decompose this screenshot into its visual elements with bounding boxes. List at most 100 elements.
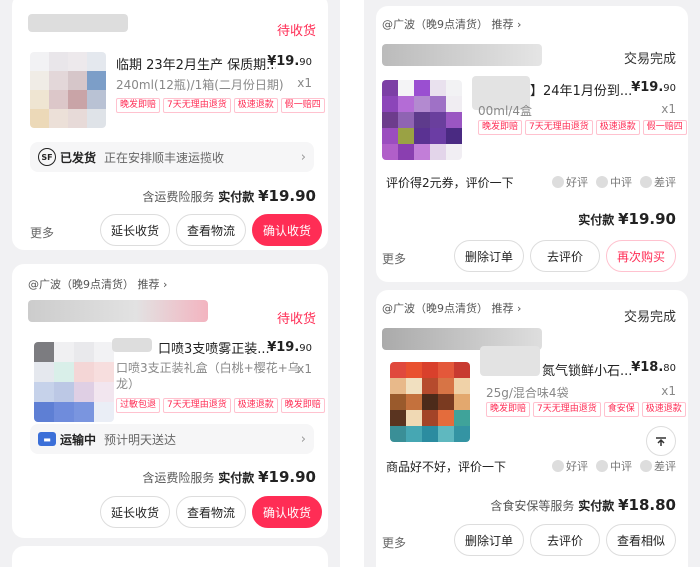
service-tag: 极速退款 bbox=[641, 402, 686, 417]
product-price: ¥19.90 bbox=[267, 340, 312, 355]
product-spec: 25g/混合味4袋 bbox=[486, 386, 569, 400]
review-prompt-bar[interactable]: 商品好不好，评价一下 好评 中评 差评 bbox=[386, 452, 676, 480]
order-card[interactable]: 待收货 临期 23年2月生产 保质期... ¥19.90 240ml(12瓶)/… bbox=[12, 0, 328, 250]
paid-amount: ¥19.90 bbox=[258, 468, 316, 486]
logistics-banner[interactable]: SF 已发货 正在安排顺丰速运揽收 › bbox=[30, 142, 314, 172]
rating-bad[interactable]: 差评 bbox=[640, 174, 676, 190]
shop-recommend[interactable]: @广波（晚9点清货） 推荐 › bbox=[382, 16, 521, 32]
more-link[interactable]: 更多 bbox=[382, 534, 406, 551]
logistics-banner[interactable]: ▬ 运输中 预计明天送达 › bbox=[30, 424, 314, 454]
product-thumbnail[interactable] bbox=[382, 80, 462, 160]
column-gap bbox=[340, 0, 364, 567]
title-blurred-prefix bbox=[480, 346, 540, 376]
product-thumbnail[interactable] bbox=[34, 342, 114, 422]
service-tag: 7天无理由退货 bbox=[533, 402, 601, 417]
confirm-receipt-button[interactable]: 确认收货 bbox=[252, 214, 322, 246]
write-review-button[interactable]: 去评价 bbox=[530, 524, 600, 556]
left-order-list[interactable]: 待收货 临期 23年2月生产 保质期... ¥19.90 240ml(12瓶)/… bbox=[0, 0, 340, 567]
rating-good[interactable]: 好评 bbox=[552, 174, 588, 190]
chevron-right-icon: › bbox=[300, 431, 306, 447]
product-title[interactable]: 】24年1月份到... bbox=[530, 80, 640, 99]
product-price: ¥19.90 bbox=[267, 54, 312, 69]
service-tags: 晚发即赔 7天无理由退货 极速退款 假一赔四 bbox=[478, 120, 687, 135]
product-title[interactable]: 口喷3支喷雾正装... bbox=[158, 338, 284, 357]
service-tag: 过敏包退 bbox=[116, 398, 161, 413]
service-tag: 7天无理由退货 bbox=[163, 398, 231, 413]
chevron-right-icon: › bbox=[300, 149, 306, 165]
rating-neutral[interactable]: 中评 bbox=[596, 174, 632, 190]
more-link[interactable]: 更多 bbox=[382, 250, 406, 267]
service-tags: 晚发即赔 7天无理由退货 极速退款 假一赔四 bbox=[116, 98, 325, 113]
service-tag: 极速退款 bbox=[595, 120, 640, 135]
order-status: 待收货 bbox=[276, 24, 316, 39]
payment-line: 实付款 ¥19.90 bbox=[578, 210, 676, 228]
delete-order-button[interactable]: 删除订单 bbox=[454, 524, 524, 556]
product-quantity: x1 bbox=[297, 362, 312, 376]
payment-line: 含食安保等服务 实付款 ¥18.80 bbox=[490, 496, 676, 514]
truck-icon: ▬ bbox=[38, 432, 56, 446]
view-logistics-button[interactable]: 查看物流 bbox=[176, 496, 246, 528]
logistics-detail: 预计明天送达 bbox=[104, 432, 177, 447]
sad-face-icon bbox=[640, 460, 652, 472]
scroll-to-top-icon[interactable] bbox=[646, 426, 676, 456]
extend-receipt-button[interactable]: 延长收货 bbox=[100, 496, 170, 528]
rating-neutral[interactable]: 中评 bbox=[596, 458, 632, 474]
rating-good[interactable]: 好评 bbox=[552, 458, 588, 474]
service-tag: 晚发即赔 bbox=[280, 398, 325, 413]
confirm-receipt-button[interactable]: 确认收货 bbox=[252, 496, 322, 528]
review-prompt-text: 商品好不好，评价一下 bbox=[386, 459, 507, 474]
service-tag: 晚发即赔 bbox=[486, 402, 531, 417]
shop-recommend[interactable]: @广波（晚9点清货） 推荐 › bbox=[28, 276, 167, 292]
review-prompt-text: 评价得2元券，评价一下 bbox=[386, 175, 514, 190]
order-card[interactable]: @广波（晚9点清货） 推荐 › 交易完成 】24年1月份到... ¥19.90 … bbox=[376, 6, 688, 282]
shop-name-blurred bbox=[28, 14, 128, 32]
shop-name-blurred bbox=[28, 300, 208, 322]
order-status: 交易完成 bbox=[623, 310, 676, 325]
order-card[interactable]: @广波（晚9点清货） 推荐 › 交易完成 氮气锁鲜小石... ¥18.80 25… bbox=[376, 290, 688, 567]
payment-line: 含运费险服务 实付款 ¥19.90 bbox=[142, 468, 316, 486]
product-spec: 00ml/4盒 bbox=[478, 104, 532, 118]
extend-receipt-button[interactable]: 延长收货 bbox=[100, 214, 170, 246]
title-blurred-prefix bbox=[112, 338, 152, 352]
more-link[interactable]: 更多 bbox=[30, 224, 54, 241]
right-order-list[interactable]: @广波（晚9点清货） 推荐 › 交易完成 】24年1月份到... ¥19.90 … bbox=[364, 0, 700, 567]
smile-face-icon bbox=[552, 460, 564, 472]
view-logistics-button[interactable]: 查看物流 bbox=[176, 214, 246, 246]
product-quantity: x1 bbox=[297, 76, 312, 90]
paid-amount: ¥19.90 bbox=[258, 187, 316, 205]
service-tags: 过敏包退 7天无理由退货 极速退款 晚发即赔 bbox=[116, 398, 325, 413]
order-card-next[interactable] bbox=[12, 546, 328, 567]
product-title[interactable]: 氮气锁鲜小石... bbox=[542, 360, 642, 379]
paid-amount: ¥19.90 bbox=[618, 210, 676, 228]
logistics-status: 运输中 bbox=[60, 432, 97, 447]
paid-label: 实付款 bbox=[578, 213, 615, 227]
service-tag: 晚发即赔 bbox=[116, 98, 161, 113]
shop-recommend[interactable]: @广波（晚9点清货） 推荐 › bbox=[382, 300, 521, 316]
smile-face-icon bbox=[552, 176, 564, 188]
service-tag: 食安保 bbox=[603, 402, 639, 417]
paid-label: 实付款 bbox=[218, 190, 255, 204]
review-prompt-bar[interactable]: 评价得2元券，评价一下 好评 中评 差评 bbox=[386, 168, 676, 196]
buy-again-button[interactable]: 再次购买 bbox=[606, 240, 676, 272]
product-spec: 240ml(12瓶)/1箱(二月份日期) bbox=[116, 78, 284, 92]
service-tags: 晚发即赔 7天无理由退货 食安保 极速退款 bbox=[486, 402, 686, 417]
product-thumbnail[interactable] bbox=[390, 362, 470, 442]
insurance-service-label: 含运费险服务 bbox=[142, 190, 215, 204]
order-card[interactable]: @广波（晚9点清货） 推荐 › 待收货 口喷3支喷雾正装... ¥19.90 口… bbox=[12, 264, 328, 538]
find-similar-button[interactable]: 查看相似 bbox=[606, 524, 676, 556]
product-quantity: x1 bbox=[661, 384, 676, 398]
delete-order-button[interactable]: 删除订单 bbox=[454, 240, 524, 272]
rating-bad[interactable]: 差评 bbox=[640, 458, 676, 474]
product-price: ¥18.80 bbox=[631, 360, 676, 375]
service-tag: 假一赔四 bbox=[280, 98, 325, 113]
product-thumbnail[interactable] bbox=[30, 52, 106, 128]
logistics-detail: 正在安排顺丰速运揽收 bbox=[104, 150, 225, 165]
service-tag: 7天无理由退货 bbox=[163, 98, 231, 113]
write-review-button[interactable]: 去评价 bbox=[530, 240, 600, 272]
logistics-status: 已发货 bbox=[60, 150, 97, 165]
service-tag: 7天无理由退货 bbox=[525, 120, 593, 135]
service-tag: 极速退款 bbox=[233, 98, 278, 113]
product-quantity: x1 bbox=[661, 102, 676, 116]
product-title[interactable]: 临期 23年2月生产 保质期... bbox=[116, 54, 276, 73]
insurance-service-label: 含运费险服务 bbox=[142, 471, 215, 485]
